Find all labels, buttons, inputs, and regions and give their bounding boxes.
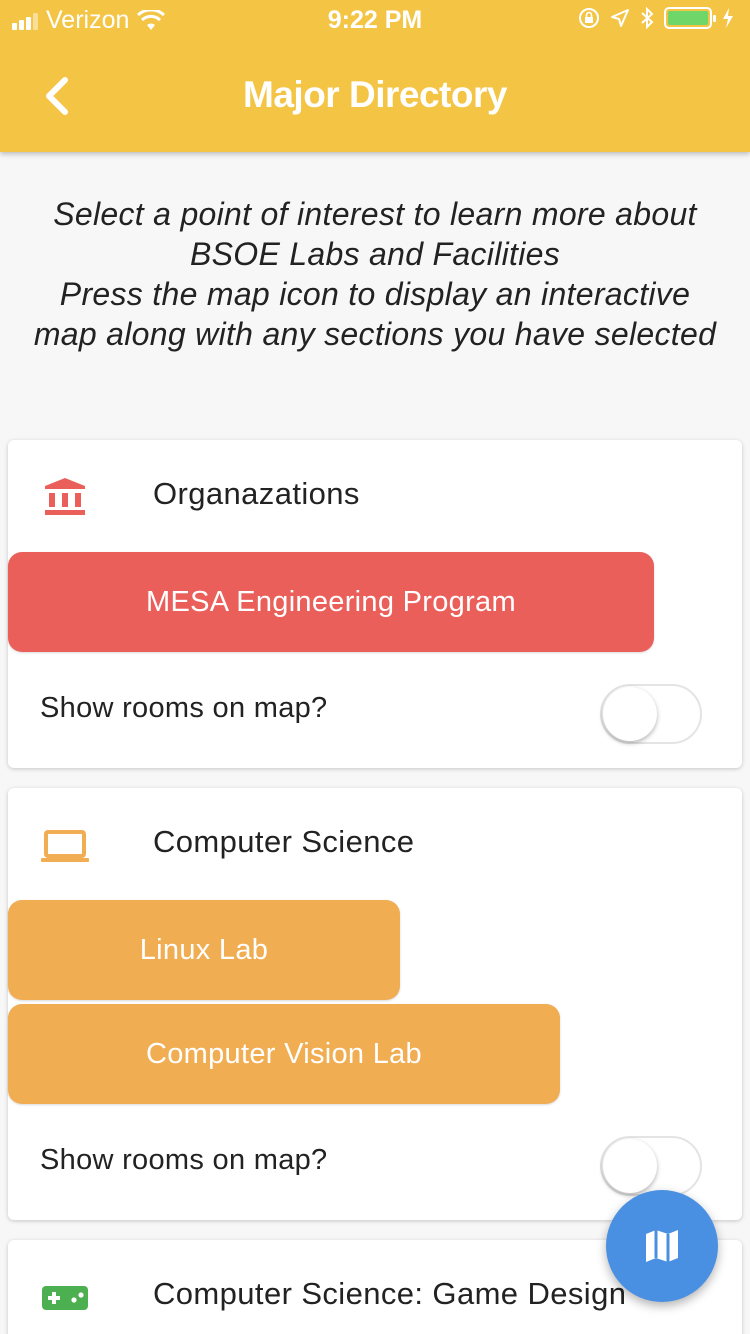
item-mesa-engineering-program[interactable]: MESA Engineering Program — [8, 552, 654, 652]
item-computer-vision-lab[interactable]: Computer Vision Lab — [8, 1004, 560, 1104]
section-header: Computer Science — [8, 788, 742, 898]
toggle-label: Show rooms on map? — [40, 1144, 328, 1176]
gamepad-icon — [42, 1286, 88, 1310]
section-header: Organazations — [8, 440, 742, 550]
charging-icon — [723, 8, 733, 28]
intro-line: Select a point of interest to learn more… — [53, 196, 697, 232]
section-title: Computer Science — [153, 824, 415, 859]
institution-icon — [45, 478, 85, 515]
section-card-organizations: Organazations MESA Engineering Program S… — [8, 440, 742, 768]
location-icon — [611, 9, 629, 27]
intro-line: BSOE Labs and Facilities — [189, 236, 561, 272]
battery-icon — [664, 7, 716, 29]
status-right — [578, 7, 734, 29]
page-title: Major Directory — [243, 74, 507, 115]
rotation-lock-icon — [579, 8, 599, 28]
app-bar: Verizon 9:22 PM Major Directory — [0, 0, 750, 152]
section-title: Computer Science: Game Design — [153, 1276, 627, 1311]
intro-line: map along with any sections you have sel… — [33, 316, 717, 352]
section-title: Organazations — [153, 476, 360, 511]
map-fab-button[interactable] — [606, 1190, 718, 1302]
intro-text: Select a point of interest to learn more… — [0, 194, 750, 354]
laptop-icon — [41, 830, 89, 862]
show-rooms-switch[interactable] — [600, 1136, 702, 1196]
toggle-row: Show rooms on map? — [8, 1128, 742, 1198]
section-card-computer-science: Computer Science Linux Lab Computer Visi… — [8, 788, 742, 1220]
toggle-row: Show rooms on map? — [8, 676, 742, 746]
screen: Verizon 9:22 PM Major Directory Select a… — [0, 0, 750, 1334]
status-bar: Verizon 9:22 PM — [0, 0, 750, 40]
item-label: MESA Engineering Program — [146, 585, 516, 618]
map-icon — [646, 1230, 678, 1262]
item-linux-lab[interactable]: Linux Lab — [8, 900, 400, 1000]
intro-line: Press the map icon to display an interac… — [59, 276, 691, 312]
show-rooms-switch[interactable] — [600, 684, 702, 744]
toggle-label: Show rooms on map? — [40, 692, 328, 724]
item-label: Computer Vision Lab — [146, 1037, 422, 1070]
bluetooth-icon — [641, 7, 654, 29]
item-label: Linux Lab — [139, 933, 269, 966]
